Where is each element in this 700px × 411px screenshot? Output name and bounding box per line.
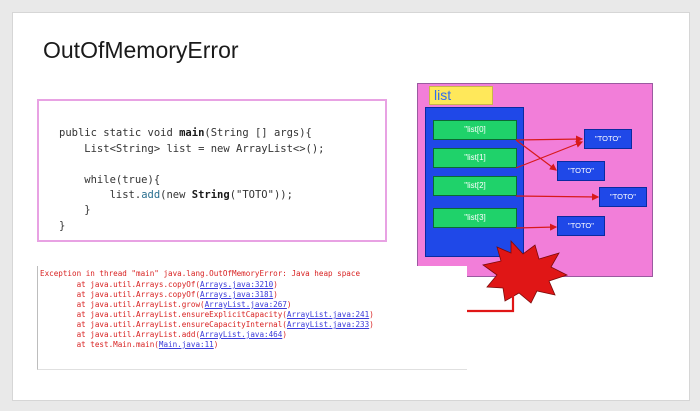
stack-frame-link[interactable]: Arrays.java:3210 xyxy=(200,280,273,289)
slide: OutOfMemoryError public static void main… xyxy=(12,12,690,401)
exception-header: Exception in thread "main" java.lang.Out… xyxy=(40,269,361,278)
stack-frame: at java.util.ArrayList.add(ArrayList.jav… xyxy=(76,330,287,339)
stack-frame-link[interactable]: ArrayList.java:267 xyxy=(205,300,287,309)
stack-frame: at java.util.Arrays.copyOf(Arrays.java:3… xyxy=(76,290,278,299)
stack-frame: at java.util.ArrayList.grow(ArrayList.ja… xyxy=(76,300,292,309)
console-output: Exception in thread "main" java.lang.Out… xyxy=(37,266,467,370)
stack-frame: at java.util.Arrays.copyOf(Arrays.java:3… xyxy=(76,280,278,289)
stack-frame-link[interactable]: Arrays.java:3181 xyxy=(200,290,273,299)
stack-frame-link[interactable]: Main.java:11 xyxy=(159,340,214,349)
stack-frame-link[interactable]: ArrayList.java:233 xyxy=(287,320,369,329)
stack-frame: at java.util.ArrayList.ensureCapacityInt… xyxy=(76,320,374,329)
stack-frame-link[interactable]: ArrayList.java:241 xyxy=(287,310,369,319)
stack-frame-link[interactable]: ArrayList.java:464 xyxy=(200,330,282,339)
stack-frame: at java.util.ArrayList.ensureExplicitCap… xyxy=(76,310,374,319)
stack-frame: at test.Main.main(Main.java:11) xyxy=(76,340,219,349)
